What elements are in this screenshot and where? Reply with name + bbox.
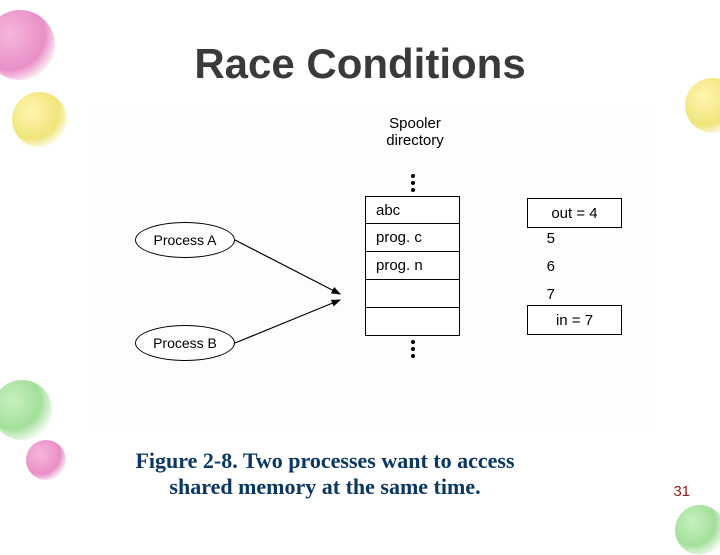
decorative-balloon (675, 505, 720, 555)
spooler-slot (365, 308, 460, 336)
spooler-slot: prog. c (365, 224, 460, 252)
spooler-heading-line2: directory (386, 132, 444, 149)
out-variable-label: out = 4 (551, 205, 597, 222)
ellipsis-icon (365, 170, 460, 196)
slot-value: prog. c (376, 229, 422, 246)
caption-line1: Figure 2-8. Two processes want to access (135, 448, 514, 473)
spooler-slot: abc (365, 196, 460, 224)
spooler-slot (365, 280, 460, 308)
slot-value: abc (376, 202, 400, 219)
spooler-heading: Spooler directory (345, 115, 485, 149)
page-number: 31 (673, 483, 690, 500)
figure-caption: Figure 2-8. Two processes want to access… (100, 448, 550, 500)
caption-line2: shared memory at the same time. (169, 474, 480, 499)
out-variable-box: out = 4 (527, 198, 622, 228)
decorative-balloon (0, 380, 52, 440)
spooler-slot: prog. n (365, 252, 460, 280)
page-title: Race Conditions (0, 40, 720, 88)
spooler-directory: abc prog. c prog. n (365, 170, 460, 362)
spooler-heading-line1: Spooler (389, 115, 441, 132)
in-variable-box: in = 7 (527, 305, 622, 335)
slot-index: 6 (539, 258, 555, 275)
process-b-label: Process B (153, 335, 217, 351)
ellipsis-icon (365, 336, 460, 362)
slot-index: 5 (539, 230, 555, 247)
in-variable-label: in = 7 (556, 312, 593, 329)
decorative-balloon (26, 440, 66, 480)
process-a-label: Process A (153, 232, 216, 248)
slot-value: prog. n (376, 257, 423, 274)
decorative-balloon (12, 92, 67, 147)
slot-index: 7 (539, 286, 555, 303)
process-b-node: Process B (135, 325, 235, 361)
process-a-node: Process A (135, 222, 235, 258)
figure: Spooler directory abc prog. c prog. n 4 … (95, 110, 655, 430)
